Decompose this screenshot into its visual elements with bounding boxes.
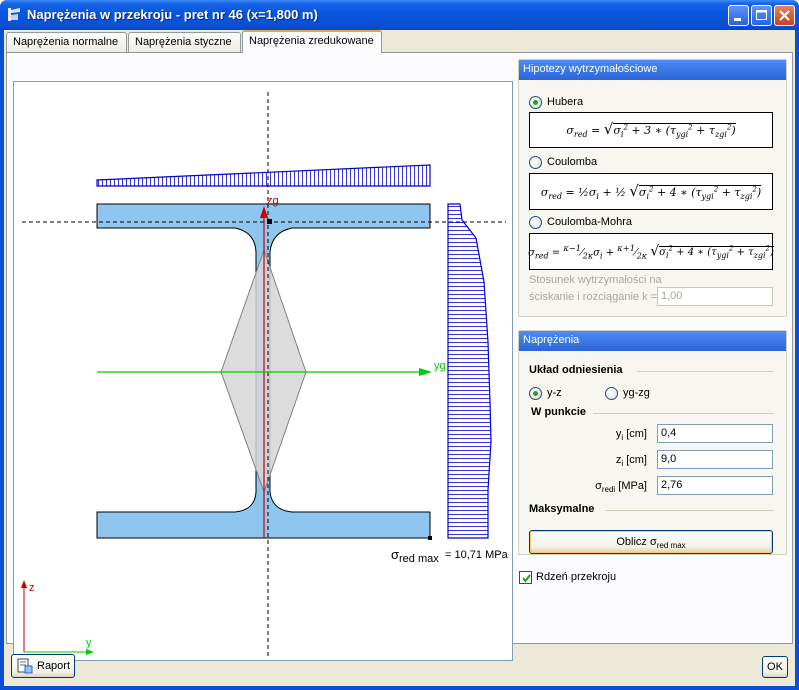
reference-title: Układ odniesienia [529, 364, 623, 376]
ratio-label-line2: ściskanie i rozciąganie k = [529, 291, 658, 303]
zi-label: zi [cm] [615, 454, 647, 469]
yg-axis-label: yg [434, 360, 446, 372]
hypothesis-coulomb-option[interactable]: Coulomba [529, 154, 597, 170]
cross-section-canvas[interactable]: zg yg σ red max = 10,71 MPa z y [13, 81, 513, 661]
ok-button[interactable]: OK [762, 656, 788, 678]
huber-formula: σred = √σi2 + 3 ∗ (τygi2 + τzgi2) [529, 112, 773, 148]
report-button[interactable]: Raport [11, 654, 75, 678]
minimize-icon [734, 18, 741, 21]
stresses-title: Naprężenia [519, 331, 786, 351]
point-divider [593, 413, 774, 414]
coulomb-mohr-formula: σred = κ−1⁄2κσi + κ+1⁄2κ √σi2 + 4 ∗ (τyg… [528, 233, 774, 270]
radio-checked-icon[interactable] [529, 95, 542, 109]
radio-checked-icon[interactable] [529, 386, 542, 400]
report-label: Raport [37, 660, 71, 672]
compute-max-sub: red max [656, 541, 686, 551]
core-checkbox[interactable] [519, 571, 532, 584]
radio-unchecked-icon[interactable] [529, 155, 542, 169]
yi-label: yi [cm] [615, 428, 647, 443]
y-axis-label: y [86, 637, 92, 649]
hypothesis-coulomb-mohr-option[interactable]: Coulomba-Mohra [529, 214, 632, 230]
hypotheses-panel: Hipotezy wytrzymałościowe Hubera σred = … [518, 59, 787, 317]
maximize-icon [756, 10, 767, 20]
yi-field[interactable]: 0,4 [657, 424, 773, 443]
hypothesis-huber-option[interactable]: Hubera [529, 94, 583, 110]
compute-max-button[interactable]: Oblicz σred max [529, 530, 773, 554]
close-icon [779, 10, 790, 21]
max-title: Maksymalne [529, 503, 595, 515]
radio-unchecked-icon[interactable] [605, 386, 618, 400]
window-title: Naprężenia w przekroju - pret nr 46 (x=1… [27, 7, 318, 22]
stresses-panel: Naprężenia Układ odniesienia y-z yg-zg W… [518, 330, 787, 555]
close-button[interactable] [774, 5, 795, 26]
ratio-input[interactable]: 1,00 [657, 287, 773, 306]
report-icon [17, 658, 33, 674]
max-stress-subscript: red max [399, 553, 439, 565]
reference-yz-option[interactable]: y-z [529, 385, 562, 401]
radio-unchecked-icon[interactable] [529, 215, 542, 229]
zi-field[interactable]: 9,0 [657, 450, 773, 469]
reference-divider [637, 371, 774, 372]
ratio-label-line1: Stosunek wytrzymałości na [529, 274, 662, 286]
hypothesis-huber-label: Hubera [547, 96, 584, 108]
zg-axis-label: zg [267, 195, 279, 207]
max-stress-symbol: σ [391, 547, 399, 562]
reference-yz-label: y-z [547, 387, 562, 399]
reference-ygzg-label: yg-zg [623, 387, 650, 399]
dialog-client-area: Naprężenia normalne Naprężenia styczne N… [4, 30, 795, 686]
sigma-redi-label: σredi [MPa] [595, 480, 647, 495]
top-stress-diagram [96, 164, 431, 187]
cross-section-drawing: zg yg σ red max = 10,71 MPa z y [21, 92, 509, 657]
minimize-button[interactable] [728, 5, 749, 26]
sigma-redi-field[interactable]: 2,76 [657, 476, 773, 495]
tab-shear-stresses[interactable]: Naprężenia styczne [128, 32, 241, 52]
core-checkbox-label[interactable]: Rdzeń przekroju [536, 571, 616, 583]
hypothesis-coulomb-label: Coulomba [547, 156, 598, 168]
coulomb-formula: σred = ½σi + ½ √σi2 + 4 ∗ (τygi2 + τzgi2… [529, 173, 773, 210]
hypothesis-coulomb-mohr-label: Coulomba-Mohra [547, 216, 632, 228]
maximize-button[interactable] [751, 5, 772, 26]
reference-ygzg-option[interactable]: yg-zg [605, 385, 650, 401]
tab-normal-stresses[interactable]: Naprężenia normalne [6, 32, 127, 52]
right-stress-diagram [447, 203, 492, 539]
compute-max-label: Oblicz σ [616, 536, 657, 548]
z-axis-label: z [29, 582, 35, 594]
window: Naprężenia w przekroju - pret nr 46 (x=1… [0, 0, 799, 690]
hypotheses-title: Hipotezy wytrzymałościowe [519, 60, 786, 80]
title-bar: Naprężenia w przekroju - pret nr 46 (x=1… [0, 0, 799, 30]
point-title: W punkcie [531, 406, 587, 418]
max-divider [605, 510, 774, 511]
stress-app-icon [8, 8, 20, 21]
tab-reduced-stresses[interactable]: Naprężenia zredukowane [242, 30, 382, 53]
checkmark-icon [522, 574, 531, 583]
max-stress-value: = 10,71 MPa [445, 549, 509, 561]
